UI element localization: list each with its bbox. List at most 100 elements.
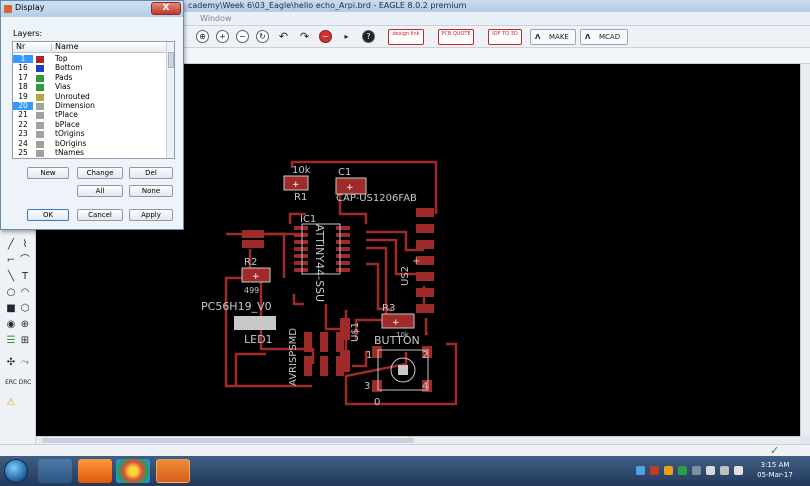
mcad-button[interactable]: Λ MCAD (580, 29, 628, 45)
tray-app-icon[interactable] (664, 466, 673, 475)
pcb-quote-button[interactable]: PCB QUOTE (438, 29, 474, 45)
pad (242, 240, 264, 248)
layer-row[interactable]: 25 tNames (13, 149, 166, 157)
trace (234, 352, 266, 386)
ripup-icon[interactable]: ⌐ (4, 254, 18, 268)
redo-icon[interactable]: ↷ (298, 30, 311, 43)
attribute-icon[interactable]: ⊞ (18, 334, 32, 348)
via-icon[interactable]: ◉ (4, 318, 18, 332)
eagle-taskbar-icon[interactable] (156, 459, 190, 483)
warning-icon[interactable]: ⚠ (4, 396, 18, 410)
explorer-icon[interactable] (38, 459, 72, 483)
undo-icon[interactable]: ↶ (277, 30, 290, 43)
windows-taskbar: 3:15 AM 05-Mar-17 (0, 456, 810, 486)
layer-row[interactable]: 17 Pads (13, 73, 166, 82)
pad (294, 233, 308, 237)
layer-row[interactable]: 1 Top (13, 55, 166, 63)
layer-row[interactable]: 18 Vias (13, 82, 166, 92)
close-button[interactable]: X (151, 2, 181, 15)
mcad-label: MCAD (599, 33, 621, 41)
del-button[interactable]: Del (129, 167, 173, 179)
pad (416, 304, 434, 313)
zoom-in-icon[interactable]: + (216, 30, 229, 43)
route-icon[interactable]: ⌇ (18, 238, 32, 252)
drc-icon[interactable]: DRC (18, 376, 32, 390)
tray-volume-icon[interactable] (734, 466, 743, 475)
taskbar-clock[interactable]: 3:15 AM 05-Mar-17 (755, 460, 795, 480)
design-link-button[interactable]: design link (388, 29, 424, 45)
all-button[interactable]: All (77, 185, 123, 197)
help-icon[interactable]: ? (362, 30, 375, 43)
layer-list-scrollbar[interactable] (166, 42, 174, 158)
text-icon[interactable]: T (18, 270, 32, 284)
tray-q-icon[interactable] (678, 466, 687, 475)
polygon-icon[interactable]: ⬡ (18, 302, 32, 316)
dialog-titlebar[interactable]: Display X (1, 1, 183, 17)
layer-row[interactable]: 23 tOrigins (13, 130, 166, 139)
line-icon[interactable]: ╲ (4, 270, 18, 284)
circle-icon[interactable]: ○ (4, 286, 18, 300)
layer-list[interactable]: Nr Name 1 Top 16 Bottom 17 Pads 18 Vias 19 Unrout… (12, 41, 175, 159)
layer-color-swatch (36, 93, 44, 101)
rectangle-icon[interactable]: ■ (4, 302, 18, 316)
ratsnest-icon[interactable]: ☰ (4, 334, 18, 348)
layer-row[interactable]: 16 Bottom (13, 64, 166, 73)
cancel-button[interactable]: Cancel (77, 209, 123, 221)
media-player-icon[interactable] (78, 459, 112, 483)
layer-number: 20 (13, 102, 33, 110)
hole-icon[interactable]: ⊕ (18, 318, 32, 332)
tray-flag-icon[interactable] (692, 466, 701, 475)
zoom-out-icon[interactable]: − (236, 30, 249, 43)
trace (224, 276, 312, 388)
tray-shield-icon[interactable] (650, 466, 659, 475)
layer-list-scroll-thumb[interactable] (168, 52, 174, 68)
make-button[interactable]: Λ MAKE (530, 29, 576, 45)
layer-color-swatch (36, 56, 44, 63)
erc-icon[interactable]: ERC (4, 376, 18, 390)
wire-icon[interactable]: ╱ (4, 238, 18, 252)
start-button[interactable] (4, 459, 28, 483)
eagle-app-icon (4, 5, 12, 13)
layer-color-swatch (36, 131, 44, 139)
col-name-header[interactable]: Name (55, 42, 79, 51)
layer-row[interactable]: 24 bOrigins (13, 139, 166, 148)
layer-row[interactable]: 20 Dimension (13, 102, 166, 110)
pad (416, 240, 434, 249)
stop-icon[interactable]: − (319, 30, 332, 43)
autorouter-icon[interactable]: ✣ (4, 356, 18, 370)
chrome-icon[interactable] (116, 459, 150, 483)
ok-button[interactable]: OK (27, 209, 69, 221)
r1-label: R1 (294, 192, 307, 203)
apply-button[interactable]: Apply (129, 209, 173, 221)
layer-name: bPlace (55, 119, 80, 129)
tray-battery-icon[interactable] (706, 466, 715, 475)
arc-icon[interactable]: ◠ (18, 286, 32, 300)
layer-row[interactable]: 21 tPlace (13, 111, 166, 120)
layer-row[interactable]: 19 Unrouted (13, 92, 166, 101)
display-dialog: Display X Layers: Nr Name 1 Top 16 Bottom 17… (0, 0, 184, 230)
zoom-fit-icon[interactable]: ⊕ (196, 30, 209, 43)
layer-color-swatch (36, 74, 44, 82)
change-button[interactable]: Change (77, 167, 123, 179)
layer-color-swatch (36, 65, 44, 73)
tray-network-icon[interactable] (636, 466, 645, 475)
polygon-route-icon[interactable]: ⌒ (18, 254, 32, 268)
new-button[interactable]: New (27, 167, 69, 179)
layer-number: 18 (18, 82, 28, 92)
vertical-scrollbar[interactable] (800, 64, 810, 436)
zoom-redraw-icon[interactable]: ↻ (256, 30, 269, 43)
horizontal-scrollbar[interactable] (36, 436, 800, 444)
menu-window[interactable]: Window (200, 12, 232, 26)
tray-wifi-icon[interactable] (720, 466, 729, 475)
layer-row[interactable]: 22 bPlace (13, 119, 166, 129)
horizontal-scroll-thumb[interactable] (42, 438, 414, 443)
pad (294, 254, 308, 258)
none-button[interactable]: None (129, 185, 173, 197)
optimize-icon[interactable]: ⤳ (18, 356, 32, 370)
col-nr-header[interactable]: Nr (16, 42, 25, 51)
pad (336, 247, 350, 251)
origin-label: 0 (374, 397, 380, 408)
idf-to-3d-button[interactable]: IDF TO 3D (488, 29, 522, 45)
ic1-value-label: ATTINY44-SSU (313, 224, 326, 302)
go-icon[interactable]: ▸ (340, 30, 353, 43)
